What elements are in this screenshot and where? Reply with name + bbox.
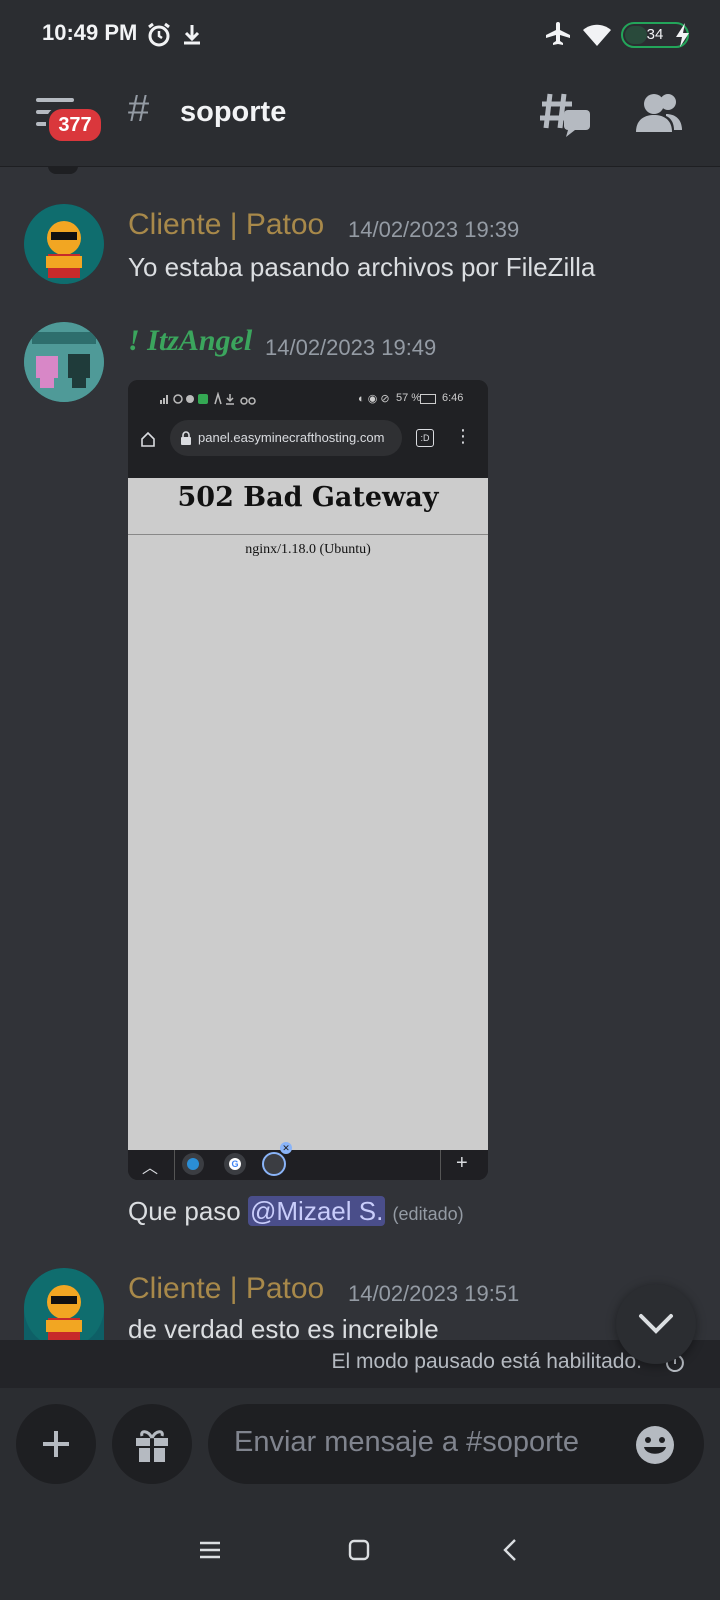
attachment-status-icons: ◐ ◉ ⊘ [358,393,390,405]
attachment-time: 6:46 [442,392,464,404]
members-icon[interactable] [636,92,682,132]
charging-icon [676,23,689,47]
attachment-status-bar: ◐ ◉ ⊘ 57 % 6:46 [128,380,488,420]
paused-mode-bar: El modo pausado está habilitado. [0,1340,720,1388]
emoji-icon[interactable] [634,1424,676,1466]
message-author[interactable]: ! ItzAngel [128,324,252,358]
message-text: de verdad esto es increible [128,1314,439,1340]
jump-to-bottom-button[interactable] [616,1284,696,1364]
plus-icon [43,1431,69,1457]
avatar[interactable] [24,1268,104,1340]
google-tab-icon: G [224,1153,246,1175]
active-tab-icon [262,1152,286,1176]
status-time: 10:49 PM [42,20,138,45]
attachment-url-text: panel.easyminecrafthosting.com [198,430,385,445]
message-composer: Enviar mensaje a #soporte [0,1388,720,1498]
message-input[interactable]: Enviar mensaje a #soporte [208,1404,704,1484]
home-button-icon[interactable] [348,1539,370,1561]
attachment-url-bar: panel.easyminecrafthosting.com :D ⋮ [128,420,488,478]
paused-mode-text: El modo pausado está habilitado. [331,1350,642,1373]
avatar[interactable] [24,322,104,402]
channel-name[interactable]: soporte [180,96,286,129]
previous-avatar-fragment [48,166,78,174]
wordpress-tab-icon [182,1153,204,1175]
attachment-tab-strip: ︿ G ✕ + [128,1142,488,1180]
gift-button[interactable] [112,1404,192,1484]
new-tab-icon: + [456,1152,468,1174]
add-attachment-button[interactable] [16,1404,96,1484]
status-bar: 10:49 PM 34 [0,0,720,72]
attachment-page: 502 Bad Gateway nginx/1.18.0 (Ubuntu) [128,478,488,1150]
chevron-up-icon: ︿ [142,1160,159,1177]
chevron-down-icon [639,1314,673,1334]
close-tab-icon: ✕ [280,1142,292,1154]
airplane-mode-icon [546,22,570,45]
message-timestamp: 14/02/2023 19:39 [348,217,520,242]
channel-header [0,72,720,167]
edited-label: (editado) [392,1204,464,1224]
message-text-before: Que paso [128,1196,248,1226]
attachment-server: nginx/1.18.0 (Ubuntu) [245,542,371,557]
attachment-battery-icon [420,394,436,404]
message-author[interactable]: Cliente | Patoo [128,1272,324,1306]
message-author[interactable]: Cliente | Patoo [128,208,324,242]
message-timestamp: 14/02/2023 19:51 [348,1281,520,1306]
lock-icon [181,431,191,445]
download-icon [184,25,200,45]
attachment-url: panel.easyminecrafthosting.com [170,420,402,456]
home-icon [141,431,155,447]
tab-count: :D [416,429,434,447]
recent-apps-icon[interactable] [198,1540,222,1560]
user-mention[interactable]: @Mizael S. [247,1196,386,1226]
channel-hash-icon: # [128,88,150,130]
back-icon[interactable] [502,1538,518,1562]
tab-separator [440,1150,441,1180]
message-timestamp: 14/02/2023 19:49 [265,335,437,360]
gift-icon [136,1430,168,1462]
axolotl-avatar-icon [24,322,104,402]
threads-icon[interactable] [540,90,592,138]
unread-badge: 377 [46,106,104,144]
avatar[interactable] [24,204,104,284]
monkey-avatar-icon [24,1268,104,1340]
image-attachment[interactable]: ◐ ◉ ⊘ 57 % 6:46 panel.easyminecrafthosti… [128,380,488,1180]
message-text-clip: de verdad esto es increible [128,1314,608,1340]
status-icons-icon [160,392,256,405]
system-nav-bar [0,1498,720,1600]
more-icon: ⋮ [454,426,472,446]
tab-separator [174,1150,175,1180]
wifi-icon [583,24,611,46]
attachment-divider [128,534,488,535]
monkey-avatar-icon [24,204,104,284]
message-input-placeholder: Enviar mensaje a #soporte [234,1426,579,1458]
message-text: Yo estaba pasando archivos por FileZilla [128,252,596,282]
alarm-icon [148,22,170,47]
attachment-battery: 57 % [396,392,422,404]
message-text: Que paso @Mizael S. (editado) [128,1196,464,1227]
attachment-heading: 502 Bad Gateway [177,482,439,513]
